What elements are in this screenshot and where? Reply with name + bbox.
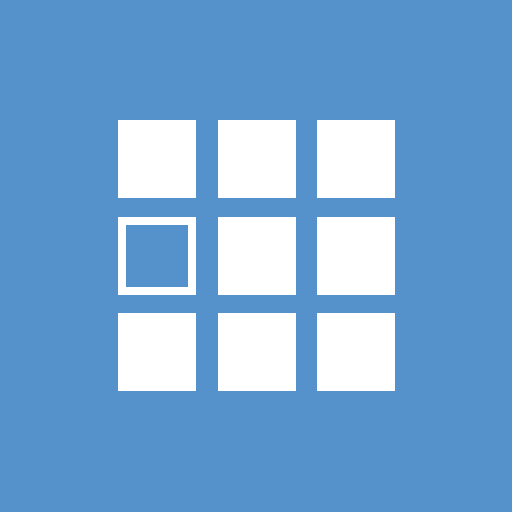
grid-icon xyxy=(118,120,395,391)
grid-cell-1-2 xyxy=(317,216,395,295)
app-icon xyxy=(0,0,512,512)
grid-cell-2-1 xyxy=(217,313,296,391)
grid-cell-0-0 xyxy=(118,120,196,198)
grid-cell-2-0 xyxy=(118,313,196,391)
grid-cell-1-0-outlined xyxy=(118,216,196,295)
grid-cell-2-2 xyxy=(317,313,395,391)
grid-cell-1-1 xyxy=(217,216,296,295)
grid-cell-0-1 xyxy=(217,120,296,198)
grid-cell-0-2 xyxy=(317,120,395,198)
